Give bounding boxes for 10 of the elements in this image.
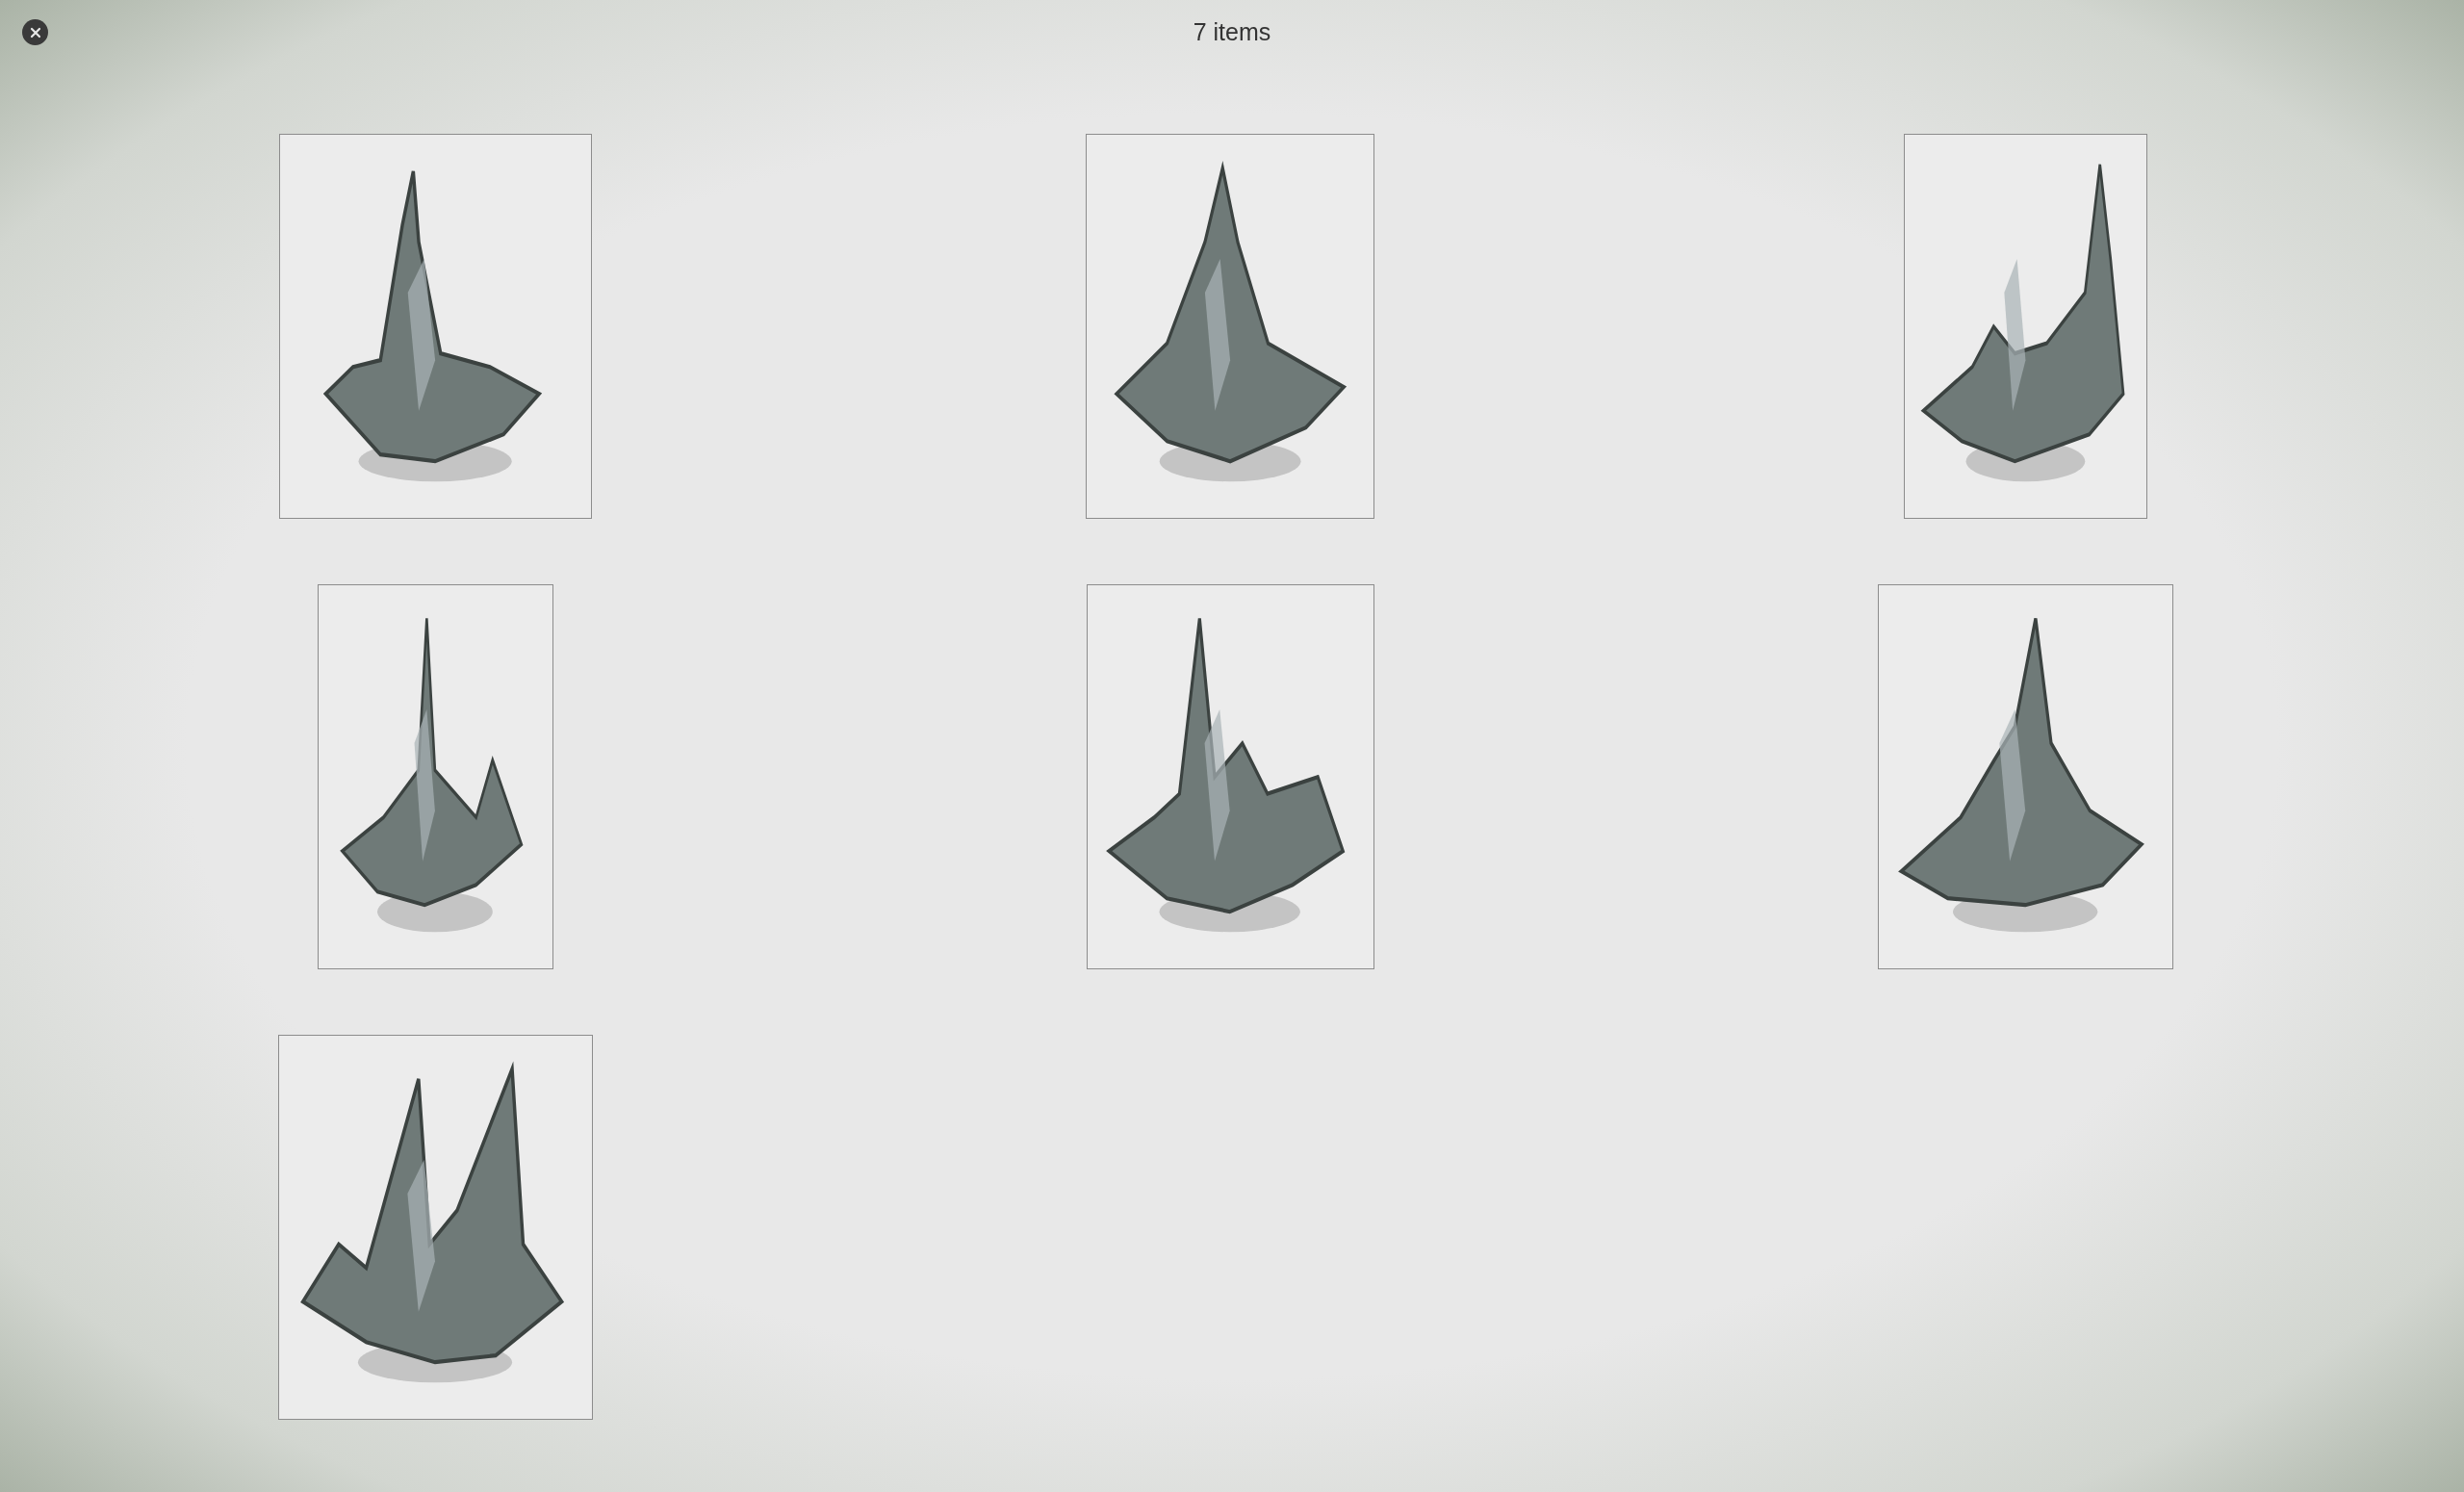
close-button[interactable] <box>22 19 48 45</box>
image-thumbnail[interactable] <box>278 134 592 519</box>
image-thumbnail[interactable] <box>1877 584 2173 969</box>
image-thumbnail[interactable] <box>277 1035 593 1420</box>
window-title: 7 items <box>1193 17 1271 46</box>
close-icon <box>29 26 41 39</box>
image-thumbnail[interactable] <box>317 584 553 969</box>
image-thumbnail[interactable] <box>1086 584 1374 969</box>
image-thumbnail[interactable] <box>1086 134 1374 519</box>
image-thumbnail[interactable] <box>1903 134 2147 519</box>
